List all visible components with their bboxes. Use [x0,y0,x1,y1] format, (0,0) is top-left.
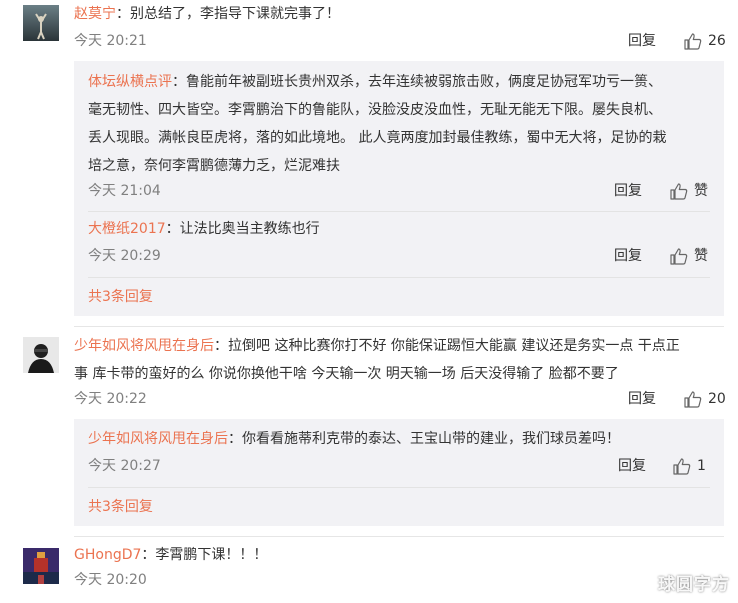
comment-text: GHongD7：李霄鹏下课！！！ [74,541,267,569]
comment-author[interactable]: GHongD7 [74,547,141,563]
avatar[interactable] [23,5,59,41]
like-button[interactable]: 26 [684,31,726,51]
comment-text-line: ：李霄鹏下课！！！ [141,547,268,563]
reply-button[interactable]: 回复 [628,31,656,51]
like-button[interactable]: 赞 [670,181,708,201]
thumbs-up-icon [684,390,702,408]
thumbs-up-icon [684,32,702,50]
like-label: 赞 [694,248,708,264]
watermark: 球圆字方 [658,575,730,595]
reply-button[interactable]: 回复 [614,246,642,266]
reply-text-line: ：让法比奥当主教练也行 [165,221,320,237]
thumbs-up-icon [670,247,688,265]
comment-text: 少年如风将风甩在身后：拉倒吧 这种比赛你打不好 你能保证踢恒大能赢 建议还是务实… [74,332,680,360]
like-button[interactable]: 赞 [670,246,708,266]
reply-text: 少年如风将风甩在身后：你看看施蒂利克带的泰达、王宝山带的建业，我们球员差吗！ [88,425,620,453]
comment-author[interactable]: 赵莫宁 [74,6,116,22]
comment-author[interactable]: 少年如风将风甩在身后 [74,338,214,354]
comment-time: 今天 20:22 [74,391,147,407]
reply-text-line: 丢人现眼。满帐良臣虎将，落的如此境地。 此人竟两度加封最佳教练，蜀中无大将，足协… [88,130,667,146]
reply-time: 今天 20:27 [88,458,161,474]
comment-text: 赵莫宁：别总结了，李指导下课就完事了！ [74,0,340,28]
thumbs-up-icon [673,457,691,475]
comment-time: 今天 20:20 [74,572,147,588]
divider [74,326,724,327]
like-label: 赞 [694,183,708,199]
comment-time: 今天 20:21 [74,33,147,49]
avatar[interactable] [23,337,59,373]
like-count: 20 [708,391,726,407]
reply-author[interactable]: 少年如风将风甩在身后 [88,431,228,447]
reply-button[interactable]: 回复 [628,389,656,409]
reply-text-line: 培之意，奈何李霄鹏德薄力乏，烂泥难扶 [88,158,340,174]
avatar[interactable] [23,548,59,584]
reply-author[interactable]: 体坛纵横点评 [88,74,172,90]
divider [88,487,710,488]
reply-button[interactable]: 回复 [618,456,646,476]
thumbs-up-icon [670,182,688,200]
reply-text: 体坛纵横点评：鲁能前年被副班长贵州双杀，去年连续被弱旅击败，俩度足协冠军功亏一篑… [88,68,662,96]
reply-button[interactable]: 回复 [614,181,642,201]
reply-text-line: 毫无韧性、四大皆空。李霄鹏治下的鲁能队，没脸没皮没血性，无耻无能无下限。屡失良机… [88,102,662,118]
more-replies-link[interactable]: 共3条回复 [88,287,153,307]
divider [88,277,710,278]
comment-text-line: ：别总结了，李指导下课就完事了！ [116,6,340,22]
reply-text: 大橙纸2017：让法比奥当主教练也行 [88,215,320,243]
like-button[interactable]: 1 [673,456,706,476]
comment-text-line: ：拉倒吧 这种比赛你打不好 你能保证踢恒大能赢 建议还是务实一点 干点正 [214,338,680,354]
reply-text-line: ：你看看施蒂利克带的泰达、王宝山带的建业，我们球员差吗！ [228,431,620,447]
like-count: 1 [697,458,706,474]
more-replies-link[interactable]: 共3条回复 [88,497,153,517]
like-button[interactable]: 20 [684,389,726,409]
reply-time: 今天 21:04 [88,183,161,199]
reply-time: 今天 20:29 [88,248,161,264]
divider [74,536,724,537]
reply-text-line: ：鲁能前年被副班长贵州双杀，去年连续被弱旅击败，俩度足协冠军功亏一篑、 [172,74,662,90]
like-count: 26 [708,33,726,49]
comment-text-line: 事 库卡带的蛮好的么 你说你换他干啥 今天输一次 明天输一场 后天没得输了 脸都… [74,366,619,382]
reply-author[interactable]: 大橙纸2017 [88,221,166,237]
divider [88,211,710,212]
